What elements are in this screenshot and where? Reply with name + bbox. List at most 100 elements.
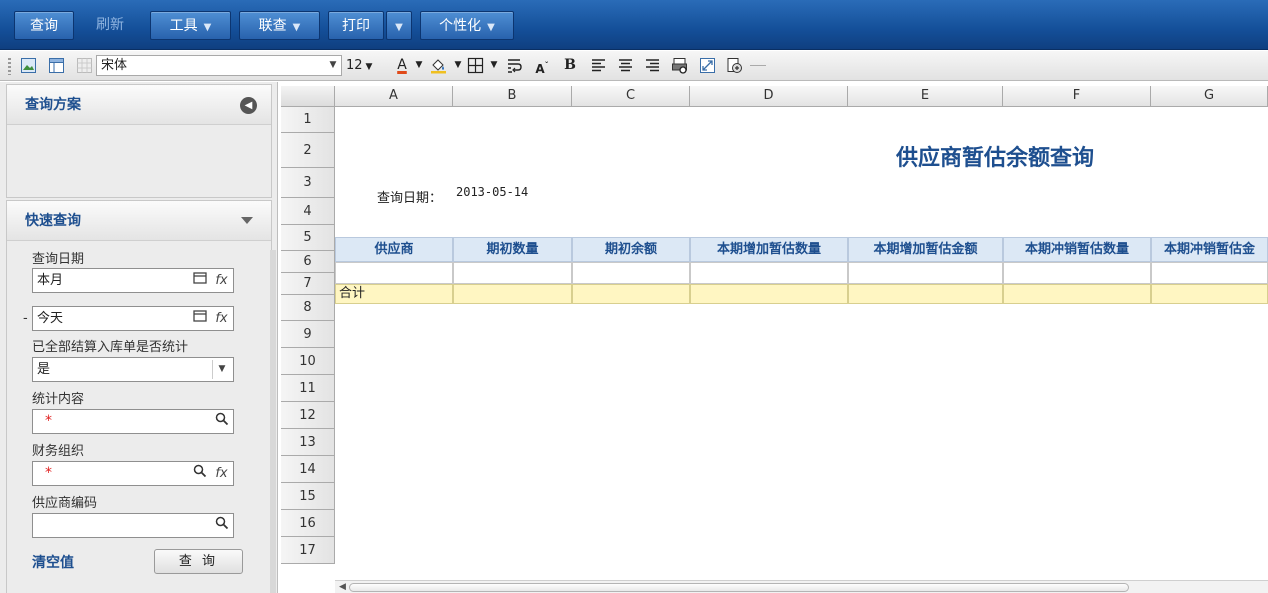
date-to-value: 今天 bbox=[37, 311, 64, 326]
row-header-6[interactable]: 6 bbox=[281, 251, 335, 273]
row-header-3[interactable]: 3 bbox=[281, 168, 335, 198]
font-name-select[interactable]: 宋体 ▼ bbox=[96, 55, 342, 76]
table-header-cell[interactable]: 期初数量 bbox=[453, 237, 572, 262]
chevron-down-icon[interactable]: ▼ bbox=[413, 55, 425, 76]
total-cell[interactable] bbox=[1003, 284, 1151, 304]
total-cell[interactable] bbox=[1151, 284, 1268, 304]
row-header-17[interactable]: 17 bbox=[281, 537, 335, 564]
chevron-down-icon[interactable]: ▼ bbox=[452, 55, 464, 76]
font-size-select[interactable]: 12 ▼ bbox=[346, 55, 386, 76]
align-right-icon[interactable] bbox=[644, 57, 661, 74]
table-data-cell[interactable] bbox=[572, 262, 690, 284]
column-header-e[interactable]: E bbox=[848, 86, 1003, 107]
row-header-7[interactable]: 7 bbox=[281, 273, 335, 295]
scrollbar-thumb[interactable] bbox=[349, 583, 1129, 592]
calendar-icon[interactable] bbox=[190, 271, 209, 290]
formula-icon[interactable]: fx bbox=[212, 464, 231, 483]
panel-scrollbar[interactable] bbox=[270, 250, 276, 593]
supplier-code-field[interactable] bbox=[32, 513, 234, 538]
row-header-15[interactable]: 15 bbox=[281, 483, 335, 510]
align-left-icon[interactable] bbox=[590, 57, 607, 74]
clear-values-link[interactable]: 清空值 bbox=[32, 552, 74, 572]
table-header-cell[interactable]: 本期冲销暂估数量 bbox=[1003, 237, 1151, 262]
stat-content-field[interactable]: * bbox=[32, 409, 234, 434]
personalize-menu-button[interactable]: 个性化 ▼ bbox=[420, 11, 514, 40]
horizontal-scrollbar[interactable]: ◀ bbox=[335, 580, 1268, 593]
total-cell[interactable] bbox=[848, 284, 1003, 304]
collapse-left-icon[interactable]: ◀ bbox=[240, 97, 257, 114]
linked-query-menu-button[interactable]: 联查 ▼ bbox=[239, 11, 320, 40]
row-header-9[interactable]: 9 bbox=[281, 321, 335, 348]
scroll-left-icon[interactable]: ◀ bbox=[339, 582, 346, 592]
query-button[interactable]: 查 询 bbox=[154, 549, 243, 574]
table-data-cell[interactable] bbox=[335, 262, 453, 284]
bold-icon[interactable]: B bbox=[562, 55, 578, 76]
align-center-icon[interactable] bbox=[617, 57, 634, 74]
calendar-icon[interactable] bbox=[190, 309, 209, 328]
total-cell[interactable] bbox=[572, 284, 690, 304]
table-header-cell[interactable]: 本期增加暂估金额 bbox=[848, 237, 1003, 262]
row-header-11[interactable]: 11 bbox=[281, 375, 335, 402]
row-header-14[interactable]: 14 bbox=[281, 456, 335, 483]
toolbar-grip-icon[interactable] bbox=[8, 58, 11, 75]
finance-org-field[interactable]: * fx bbox=[32, 461, 234, 486]
chevron-down-icon[interactable]: ▼ bbox=[325, 56, 341, 75]
export-icon[interactable] bbox=[726, 57, 743, 74]
column-header-a[interactable]: A bbox=[335, 86, 453, 107]
row-header-13[interactable]: 13 bbox=[281, 429, 335, 456]
total-label-cell[interactable]: 合计 bbox=[335, 284, 453, 304]
table-header-cell[interactable]: 本期冲销暂估金 bbox=[1151, 237, 1268, 262]
query-scheme-header: 查询方案 ◀ bbox=[7, 85, 271, 125]
total-cell[interactable] bbox=[690, 284, 848, 304]
total-cell[interactable] bbox=[453, 284, 572, 304]
date-from-field[interactable]: 本月 fx bbox=[32, 268, 234, 293]
row-header-5[interactable]: 5 bbox=[281, 225, 335, 251]
row-header-2[interactable]: 2 bbox=[281, 133, 335, 168]
table-header-cell[interactable]: 期初余额 bbox=[572, 237, 690, 262]
expand-triangle-icon[interactable] bbox=[241, 217, 253, 224]
font-color-icon[interactable]: A bbox=[392, 55, 412, 76]
tools-menu-button[interactable]: 工具 ▼ bbox=[150, 11, 231, 40]
print-preview-icon[interactable] bbox=[671, 57, 688, 74]
query-toolbar-button[interactable]: 查询 bbox=[14, 11, 74, 40]
row-header-16[interactable]: 16 bbox=[281, 510, 335, 537]
row-header-8[interactable]: 8 bbox=[281, 295, 335, 321]
row-header-1[interactable]: 1 bbox=[281, 107, 335, 133]
select-all-corner[interactable] bbox=[281, 86, 335, 107]
formula-icon[interactable]: fx bbox=[212, 309, 231, 328]
borders-icon[interactable] bbox=[467, 57, 484, 74]
font-size-adjust-icon[interactable]: Aˇ bbox=[533, 55, 551, 76]
table-data-cell[interactable] bbox=[1151, 262, 1268, 284]
row-header-10[interactable]: 10 bbox=[281, 348, 335, 375]
settled-stat-select[interactable]: 是 ▼ bbox=[32, 357, 234, 382]
column-header-c[interactable]: C bbox=[572, 86, 690, 107]
refresh-button[interactable]: 刷新 bbox=[82, 11, 138, 40]
print-dropdown-button[interactable]: ▼ bbox=[386, 11, 412, 40]
table-data-cell[interactable] bbox=[1003, 262, 1151, 284]
search-icon[interactable] bbox=[212, 412, 231, 431]
row-header-4[interactable]: 4 bbox=[281, 198, 335, 225]
search-icon[interactable] bbox=[190, 464, 209, 483]
column-header-b[interactable]: B bbox=[453, 86, 572, 107]
required-marker: * bbox=[45, 413, 52, 429]
table-header-cell[interactable]: 供应商 bbox=[335, 237, 453, 262]
table-header-cell[interactable]: 本期增加暂估数量 bbox=[690, 237, 848, 262]
table-data-cell[interactable] bbox=[690, 262, 848, 284]
chevron-down-icon[interactable]: ▼ bbox=[212, 360, 231, 379]
table-layout-icon[interactable] bbox=[48, 57, 65, 74]
insert-image-icon[interactable] bbox=[20, 57, 37, 74]
column-header-f[interactable]: F bbox=[1003, 86, 1151, 107]
wrap-text-icon[interactable] bbox=[506, 57, 523, 74]
date-to-field[interactable]: 今天 fx bbox=[32, 306, 234, 331]
print-button[interactable]: 打印 bbox=[328, 11, 384, 40]
column-header-d[interactable]: D bbox=[690, 86, 848, 107]
chevron-down-icon[interactable]: ▼ bbox=[488, 55, 500, 76]
search-icon[interactable] bbox=[212, 516, 231, 535]
table-data-cell[interactable] bbox=[848, 262, 1003, 284]
column-header-g[interactable]: G bbox=[1151, 86, 1268, 107]
fill-color-icon[interactable] bbox=[430, 57, 447, 74]
fit-to-window-icon[interactable] bbox=[699, 57, 716, 74]
formula-icon[interactable]: fx bbox=[212, 271, 231, 290]
row-header-12[interactable]: 12 bbox=[281, 402, 335, 429]
table-data-cell[interactable] bbox=[453, 262, 572, 284]
